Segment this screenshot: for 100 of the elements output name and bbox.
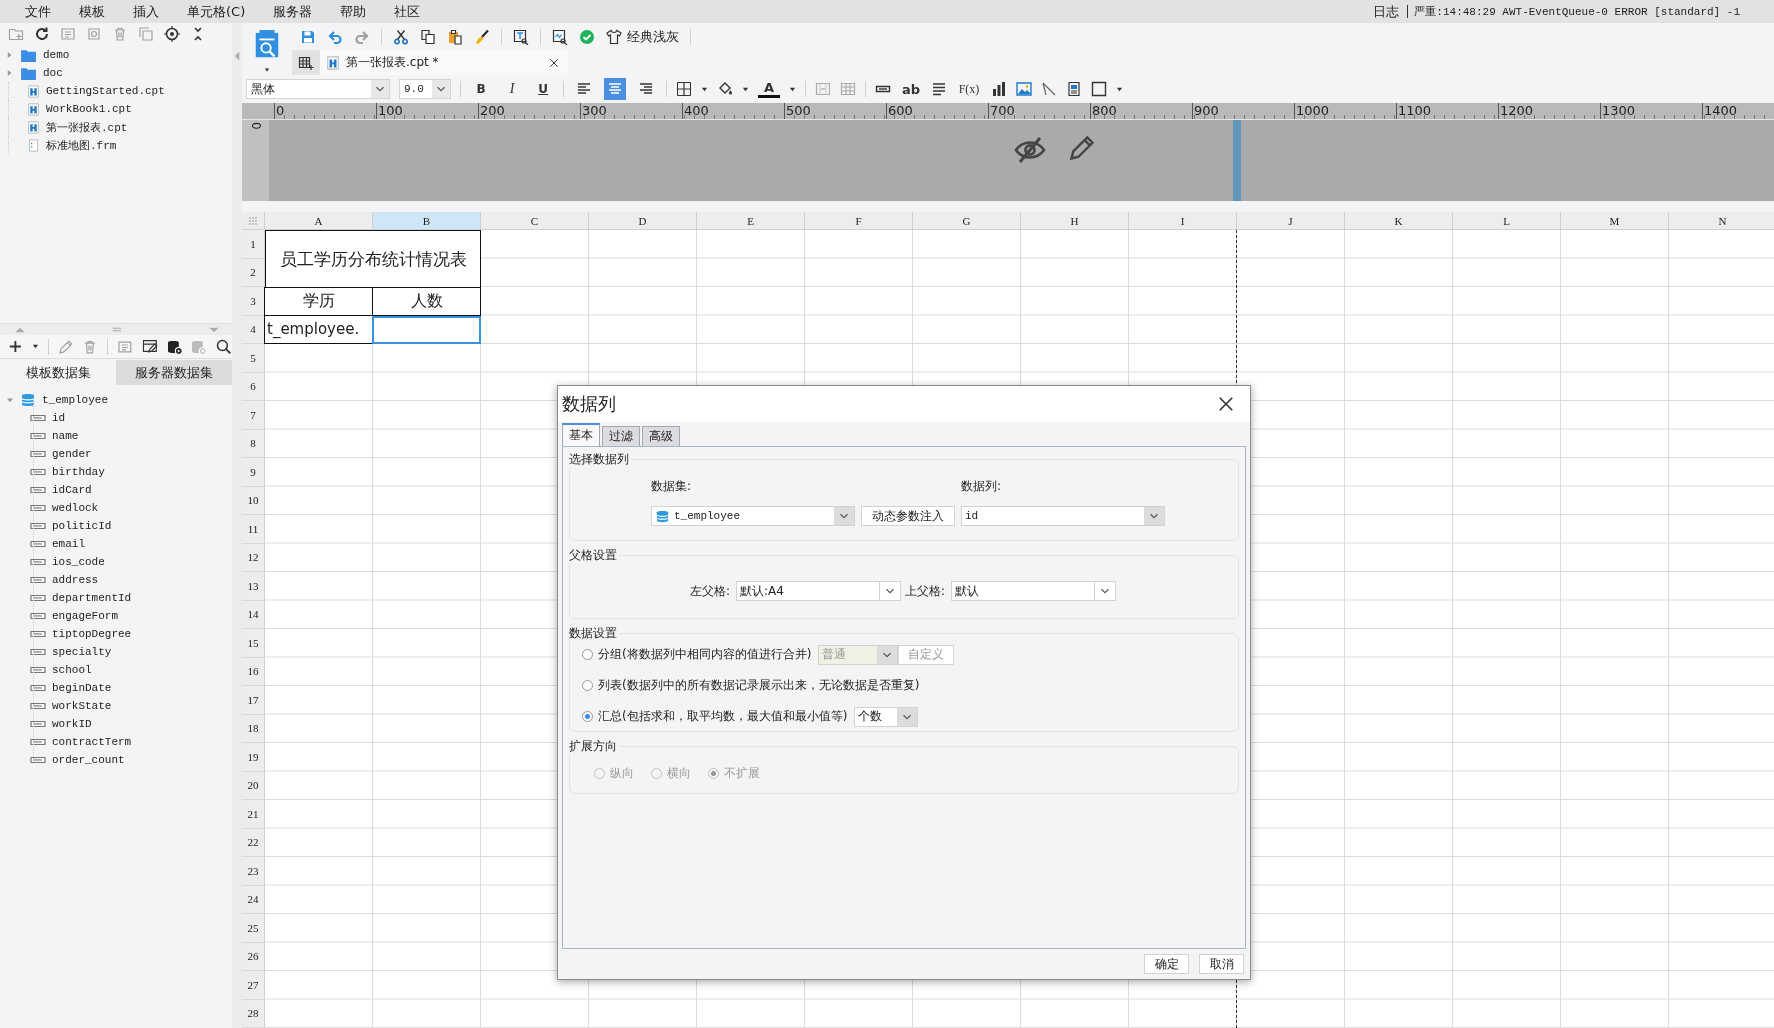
column-header[interactable]: J — [1237, 212, 1345, 230]
brush-icon[interactable] — [474, 28, 490, 45]
column-header[interactable]: M — [1561, 212, 1669, 230]
document-tab[interactable]: 第一张报表.cpt * — [320, 50, 568, 75]
preview-icon[interactable] — [552, 28, 568, 45]
row-header[interactable]: 20 — [242, 771, 265, 800]
grid-dots-icon[interactable] — [248, 215, 258, 226]
tree-item[interactable]: address — [50, 574, 99, 586]
table-cell[interactable] — [372, 315, 481, 344]
redo-icon[interactable] — [354, 28, 370, 45]
table-cell[interactable]: t_employee. — [264, 315, 373, 344]
width-marker[interactable] — [1233, 120, 1241, 201]
database-run-icon[interactable] — [166, 338, 183, 355]
paste-icon[interactable] — [447, 28, 463, 45]
tree-item[interactable]: birthday — [50, 466, 105, 478]
shirt-icon[interactable] — [606, 28, 622, 45]
diagonal-line-icon[interactable] — [1041, 81, 1057, 97]
tree-item[interactable]: tiptopDegree — [50, 628, 132, 640]
search-icon[interactable] — [216, 338, 232, 355]
menu-item[interactable]: 社区 — [381, 2, 436, 21]
caret-icon[interactable] — [701, 85, 708, 93]
grid-add-icon[interactable] — [298, 54, 314, 71]
eye-slash-icon[interactable] — [1014, 134, 1046, 166]
radio-button[interactable] — [582, 680, 593, 691]
close-icon[interactable] — [548, 56, 560, 69]
row-header[interactable]: 13 — [242, 572, 265, 601]
italic-button[interactable]: I — [501, 78, 523, 100]
tree-item[interactable]: beginDate — [50, 682, 112, 694]
radio-button[interactable] — [582, 649, 593, 660]
menu-item[interactable]: 帮助 — [327, 2, 382, 21]
log-label[interactable]: 日志 — [1373, 5, 1409, 18]
column-header[interactable]: N — [1669, 212, 1774, 230]
row-header[interactable]: 18 — [242, 714, 265, 743]
tree-item[interactable]: contractTerm — [50, 736, 132, 748]
menu-item[interactable]: 插入 — [120, 2, 174, 21]
text-button[interactable]: ab — [900, 78, 922, 100]
column-header[interactable]: B — [373, 212, 481, 230]
dataset-dropdown[interactable]: t_employee — [651, 506, 855, 526]
column-header[interactable]: A — [265, 212, 373, 230]
tree-item[interactable]: order_count — [50, 754, 125, 766]
paint-bucket-icon[interactable] — [717, 81, 733, 97]
tree-item[interactable]: wedlock — [50, 502, 99, 514]
row-header[interactable]: 24 — [242, 885, 265, 914]
folder-add-icon[interactable] — [8, 26, 24, 42]
row-header[interactable]: 26 — [242, 942, 265, 971]
row-header[interactable]: 7 — [242, 401, 265, 430]
dialog-tab[interactable]: 过滤 — [602, 426, 640, 446]
document-icon[interactable] — [60, 26, 76, 42]
column-header[interactable]: H — [1021, 212, 1129, 230]
row-header[interactable]: 14 — [242, 600, 265, 629]
caret-icon[interactable] — [789, 85, 796, 93]
dialog-tab[interactable]: 高级 — [642, 426, 680, 446]
edit-table-icon[interactable] — [141, 338, 158, 355]
menu-item[interactable]: 单元格(C) — [174, 2, 261, 21]
row-header[interactable]: 12 — [242, 543, 265, 572]
caret-icon[interactable] — [742, 85, 749, 93]
tree-item[interactable]: idCard — [50, 484, 92, 496]
row-header[interactable]: 27 — [242, 971, 265, 1000]
row-header[interactable]: 11 — [242, 515, 265, 544]
menu-item[interactable]: 服务器 — [260, 2, 328, 21]
tree-item[interactable]: specialty — [50, 646, 112, 658]
row-header[interactable]: 10 — [242, 486, 265, 515]
dialog-button[interactable]: 取消 — [1199, 954, 1244, 974]
column-header[interactable]: G — [913, 212, 1021, 230]
frame-icon[interactable] — [1091, 81, 1107, 97]
align-center-button[interactable] — [604, 78, 626, 100]
menu-item[interactable]: 文件 — [12, 2, 66, 21]
column-header[interactable]: E — [697, 212, 805, 230]
copy-icon[interactable] — [420, 28, 436, 45]
inject-parameter-button[interactable]: 动态参数注入 — [861, 506, 955, 526]
close-icon[interactable] — [1216, 394, 1236, 414]
tree-item[interactable]: doc — [41, 67, 63, 79]
tree-item[interactable]: id — [50, 412, 66, 424]
undo-icon[interactable] — [327, 28, 343, 45]
bold-button[interactable]: B — [470, 78, 492, 100]
row-header[interactable]: 25 — [242, 914, 265, 943]
tree-item[interactable]: ios_code — [50, 556, 105, 568]
row-header[interactable]: 28 — [242, 999, 265, 1028]
tree-item[interactable]: t_employee — [40, 394, 108, 406]
tree-item[interactable]: WorkBook1.cpt — [44, 103, 132, 115]
column-header[interactable]: L — [1453, 212, 1561, 230]
border-icon[interactable] — [676, 81, 692, 97]
target-icon[interactable] — [164, 26, 180, 42]
row-header[interactable]: 21 — [242, 800, 265, 829]
pencil-icon[interactable] — [1068, 134, 1096, 162]
column-header[interactable]: F — [805, 212, 913, 230]
tree-item[interactable]: name — [50, 430, 79, 442]
row-header[interactable]: 9 — [242, 458, 265, 487]
option-label[interactable]: 汇总(包括求和，取平均数，最大值和最小值等) — [598, 708, 848, 725]
row-header[interactable]: 3 — [242, 287, 265, 316]
sub-report-icon[interactable] — [1066, 81, 1082, 97]
text-search-icon[interactable] — [513, 28, 529, 45]
row-header[interactable]: 22 — [242, 828, 265, 857]
theme-label[interactable]: 经典浅灰 — [627, 27, 679, 46]
plus-icon[interactable] — [8, 339, 23, 354]
option-label[interactable]: 列表(数据列中的所有数据记录展示出来，无论数据是否重复) — [598, 677, 920, 694]
tree-item[interactable]: gender — [50, 448, 92, 460]
document-icon[interactable] — [117, 338, 133, 355]
image-icon[interactable] — [1016, 81, 1032, 97]
formula-button[interactable]: F(x) — [956, 78, 982, 100]
